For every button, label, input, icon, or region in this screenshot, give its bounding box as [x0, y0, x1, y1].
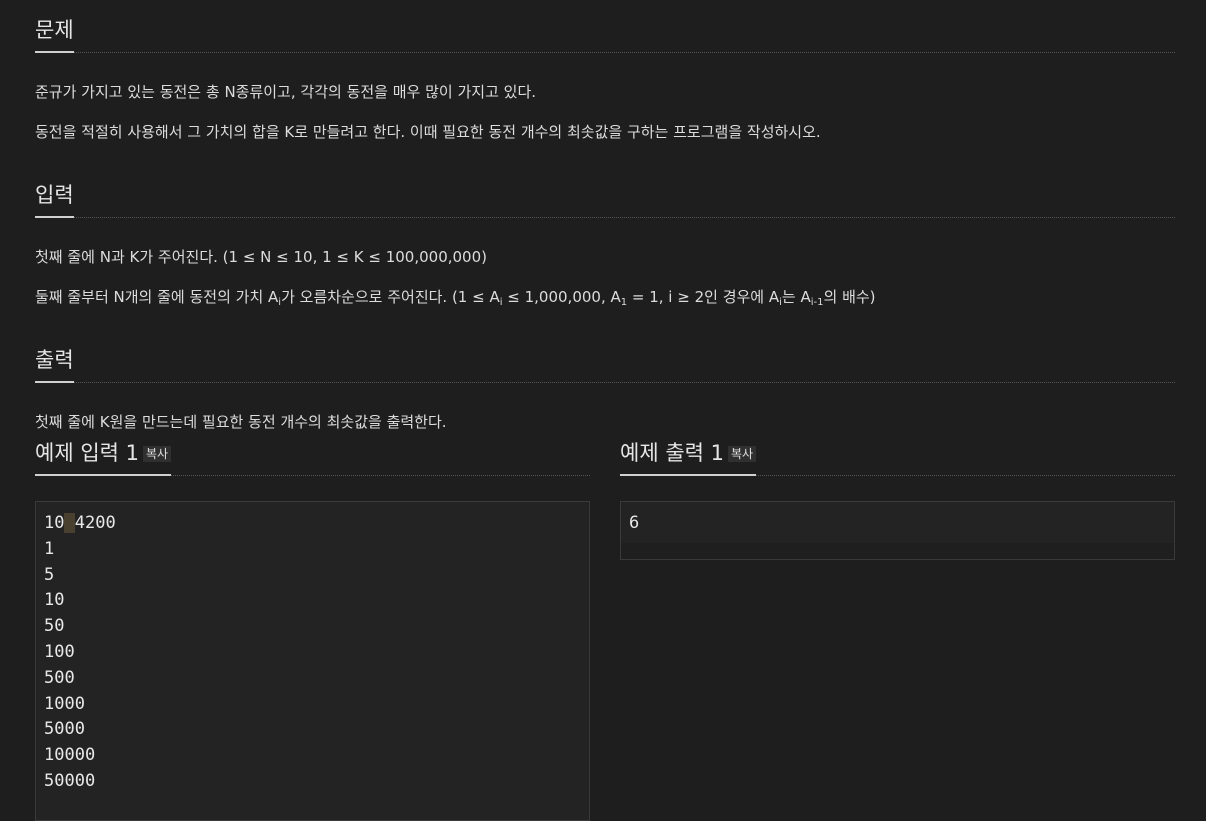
output-headline: 출력 — [35, 330, 1175, 383]
sample-output-headline: 예제 출력 1 복사 — [620, 430, 1175, 476]
sample-input-token: 10 — [44, 513, 65, 533]
input-title: 입력 — [35, 183, 74, 218]
input-section: 입력 첫째 줄에 N과 K가 주어진다. (1 ≤ N ≤ 10, 1 ≤ K … — [35, 165, 1175, 308]
input-text-part: ≤ 1,000,000, A — [502, 288, 621, 306]
sample-input-box[interactable]: 10 4200 1 5 10 50 100 500 1000 5000 1000… — [35, 501, 590, 821]
copy-input-button[interactable]: 복사 — [143, 445, 172, 463]
input-text-part: 의 배수) — [823, 288, 876, 306]
sample-output-text[interactable]: 6 — [629, 511, 1166, 537]
sample-input-token: 4200 — [74, 513, 116, 533]
input-body: 첫째 줄에 N과 K가 주어진다. (1 ≤ N ≤ 10, 1 ≤ K ≤ 1… — [35, 218, 1175, 308]
input-text-part: = 1, i ≥ 2인 경우에 A — [627, 288, 780, 306]
input-headline: 입력 — [35, 165, 1175, 218]
problem-section: 문제 준규가 가지고 있는 동전은 총 N종류이고, 각각의 동전을 매우 많이… — [35, 0, 1175, 143]
sample-output-column: 예제 출력 1 복사 6 — [620, 430, 1175, 821]
sample-output-title-text: 예제 출력 1 — [620, 440, 724, 465]
sample-input-headline: 예제 입력 1 복사 — [35, 430, 590, 476]
input-text-part: 가 오름차순으로 주어진다. (1 ≤ A — [281, 288, 500, 306]
input-text-part: 는 A — [781, 288, 811, 306]
sample-output-title: 예제 출력 1 복사 — [620, 440, 757, 476]
problem-title: 문제 — [35, 18, 74, 53]
output-section: 출력 첫째 줄에 K원을 만드는데 필요한 동전 개수의 최솟값을 출력한다. — [35, 330, 1175, 433]
input-line-1: 첫째 줄에 N과 K가 주어진다. (1 ≤ N ≤ 10, 1 ≤ K ≤ 1… — [35, 248, 487, 266]
input-line-2: 둘째 줄부터 N개의 줄에 동전의 가치 Ai가 오름차순으로 주어진다. (1… — [35, 286, 1175, 308]
subscript: i-1 — [810, 297, 824, 308]
copy-output-button[interactable]: 복사 — [728, 445, 757, 463]
sample-output-box[interactable]: 6 — [620, 501, 1175, 560]
input-text-part: 둘째 줄부터 N개의 줄에 동전의 가치 A — [35, 288, 279, 306]
problem-line-2: 동전을 적절히 사용해서 그 가치의 합을 K로 만들려고 한다. 이때 필요한… — [35, 123, 821, 141]
output-body: 첫째 줄에 K원을 만드는데 필요한 동전 개수의 최솟값을 출력한다. — [35, 383, 1175, 433]
problem-headline: 문제 — [35, 0, 1175, 53]
sample-input-rest: 1 5 10 50 100 500 1000 5000 10000 50000 — [44, 538, 96, 791]
text-cursor-highlight — [64, 513, 75, 533]
sample-input-column: 예제 입력 1 복사 10 4200 1 5 10 50 100 500 1000… — [35, 430, 590, 821]
sample-input-title-text: 예제 입력 1 — [35, 440, 139, 465]
sample-input-text[interactable]: 10 4200 1 5 10 50 100 500 1000 5000 1000… — [44, 511, 581, 795]
samples-row: 예제 입력 1 복사 10 4200 1 5 10 50 100 500 1000… — [35, 430, 1175, 821]
problem-line-1: 준규가 가지고 있는 동전은 총 N종류이고, 각각의 동전을 매우 많이 가지… — [35, 83, 537, 101]
sample-input-title: 예제 입력 1 복사 — [35, 440, 172, 476]
output-title: 출력 — [35, 348, 74, 383]
problem-body: 준규가 가지고 있는 동전은 총 N종류이고, 각각의 동전을 매우 많이 가지… — [35, 53, 1175, 143]
